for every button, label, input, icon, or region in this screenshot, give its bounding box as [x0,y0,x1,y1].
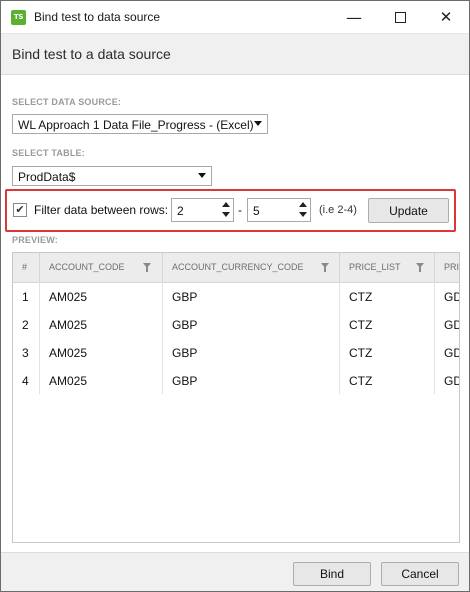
cell-pri: GD [444,346,459,360]
table-row[interactable]: 2 AM025 GBP CTZ GD [13,310,459,338]
table-dropdown[interactable]: ProdData$ [12,166,212,186]
cancel-button[interactable]: Cancel [381,562,459,586]
update-button-label: Update [389,203,428,218]
window-title: Bind test to data source [34,10,161,24]
cell-pri: GD [444,374,459,388]
maximize-button[interactable] [377,1,423,33]
filter-label: Filter data between rows: [34,203,169,217]
maximize-icon [394,11,406,23]
column-header-label: ACCOUNT_CODE [49,262,125,272]
table-selected: ProdData$ [18,170,76,184]
cell-account-currency-code: GBP [163,310,340,338]
cell-account-code: AM025 [40,310,163,338]
cell-pri: GD [444,318,459,332]
filter-icon[interactable] [321,263,329,272]
cell-index: 3 [13,338,40,366]
range-hint: (i.e 2-4) [319,204,357,216]
table-row[interactable]: 3 AM025 GBP CTZ GD [13,338,459,366]
dialog-footer: Bind Cancel [1,552,469,591]
cell-account-currency-code: GBP [163,282,340,310]
table-row[interactable]: 4 AM025 GBP CTZ GD [13,366,459,394]
cell-price-list: CTZ [340,310,435,338]
data-source-dropdown[interactable]: WL Approach 1 Data File_Progress - (Exce… [12,114,268,134]
column-header-index[interactable]: # [13,253,40,282]
row-from-value: 2 [177,204,184,218]
column-header-account-code[interactable]: ACCOUNT_CODE [40,253,163,282]
chevron-down-icon [198,173,206,178]
cell-pri: GD [444,290,459,304]
header-band: Bind test to a data source [1,34,469,75]
filter-icon[interactable] [143,263,151,272]
table-label: SELECT TABLE: [12,148,85,158]
row-to-spin-buttons[interactable] [297,199,310,221]
close-icon: ✕ [439,8,453,26]
minimize-button[interactable]: — [331,1,377,33]
minimize-icon: — [346,7,362,27]
update-button[interactable]: Update [368,198,449,223]
grid-header: # ACCOUNT_CODE ACCOUNT_CURRENCY_CODE PRI… [13,253,460,283]
column-header-account-currency-code[interactable]: ACCOUNT_CURRENCY_CODE [163,253,340,282]
preview-grid[interactable]: # ACCOUNT_CODE ACCOUNT_CURRENCY_CODE PRI… [12,252,460,543]
row-to-value: 5 [253,204,260,218]
data-source-selected: WL Approach 1 Data File_Progress - (Exce… [18,118,254,132]
row-to-stepper[interactable]: 5 [247,198,311,222]
column-header-pri[interactable]: PRI [435,253,460,282]
cell-price-list: CTZ [340,282,435,310]
column-header-label: # [22,262,28,272]
dialog-window: TS Bind test to data source — ✕ Bind tes… [0,0,470,592]
arrow-down-icon[interactable] [222,212,230,217]
row-from-spin-buttons[interactable] [220,199,233,221]
title-bar[interactable]: TS Bind test to data source — ✕ [1,1,469,34]
cell-price-list: CTZ [340,366,435,394]
cell-account-currency-code: GBP [163,366,340,394]
cancel-button-label: Cancel [401,567,439,581]
column-header-label: ACCOUNT_CURRENCY_CODE [172,262,304,272]
chevron-down-icon [254,121,262,126]
cell-account-code: AM025 [40,366,163,394]
arrow-up-icon[interactable] [222,202,230,207]
filter-checkbox[interactable]: ✔ [13,203,27,217]
bind-button[interactable]: Bind [293,562,371,586]
data-source-label: SELECT DATA SOURCE: [12,97,122,107]
cell-index: 2 [13,310,40,338]
bind-button-label: Bind [319,567,345,581]
app-logo-icon: TS [11,10,26,25]
cell-index: 4 [13,366,40,394]
range-separator: - [238,203,242,217]
column-header-price-list[interactable]: PRICE_LIST [340,253,435,282]
column-header-label: PRICE_LIST [349,262,401,272]
page-title: Bind test to a data source [12,46,171,62]
close-button[interactable]: ✕ [423,1,469,33]
arrow-down-icon[interactable] [299,212,307,217]
cell-price-list: CTZ [340,338,435,366]
cell-account-currency-code: GBP [163,338,340,366]
column-header-label: PRI [444,262,460,272]
cell-index: 1 [13,282,40,310]
cell-account-code: AM025 [40,338,163,366]
table-row[interactable]: 1 AM025 GBP CTZ GD [13,282,459,310]
filter-icon[interactable] [416,263,424,272]
cell-account-code: AM025 [40,282,163,310]
arrow-up-icon[interactable] [299,202,307,207]
row-from-stepper[interactable]: 2 [171,198,234,222]
preview-label: PREVIEW: [12,235,58,245]
